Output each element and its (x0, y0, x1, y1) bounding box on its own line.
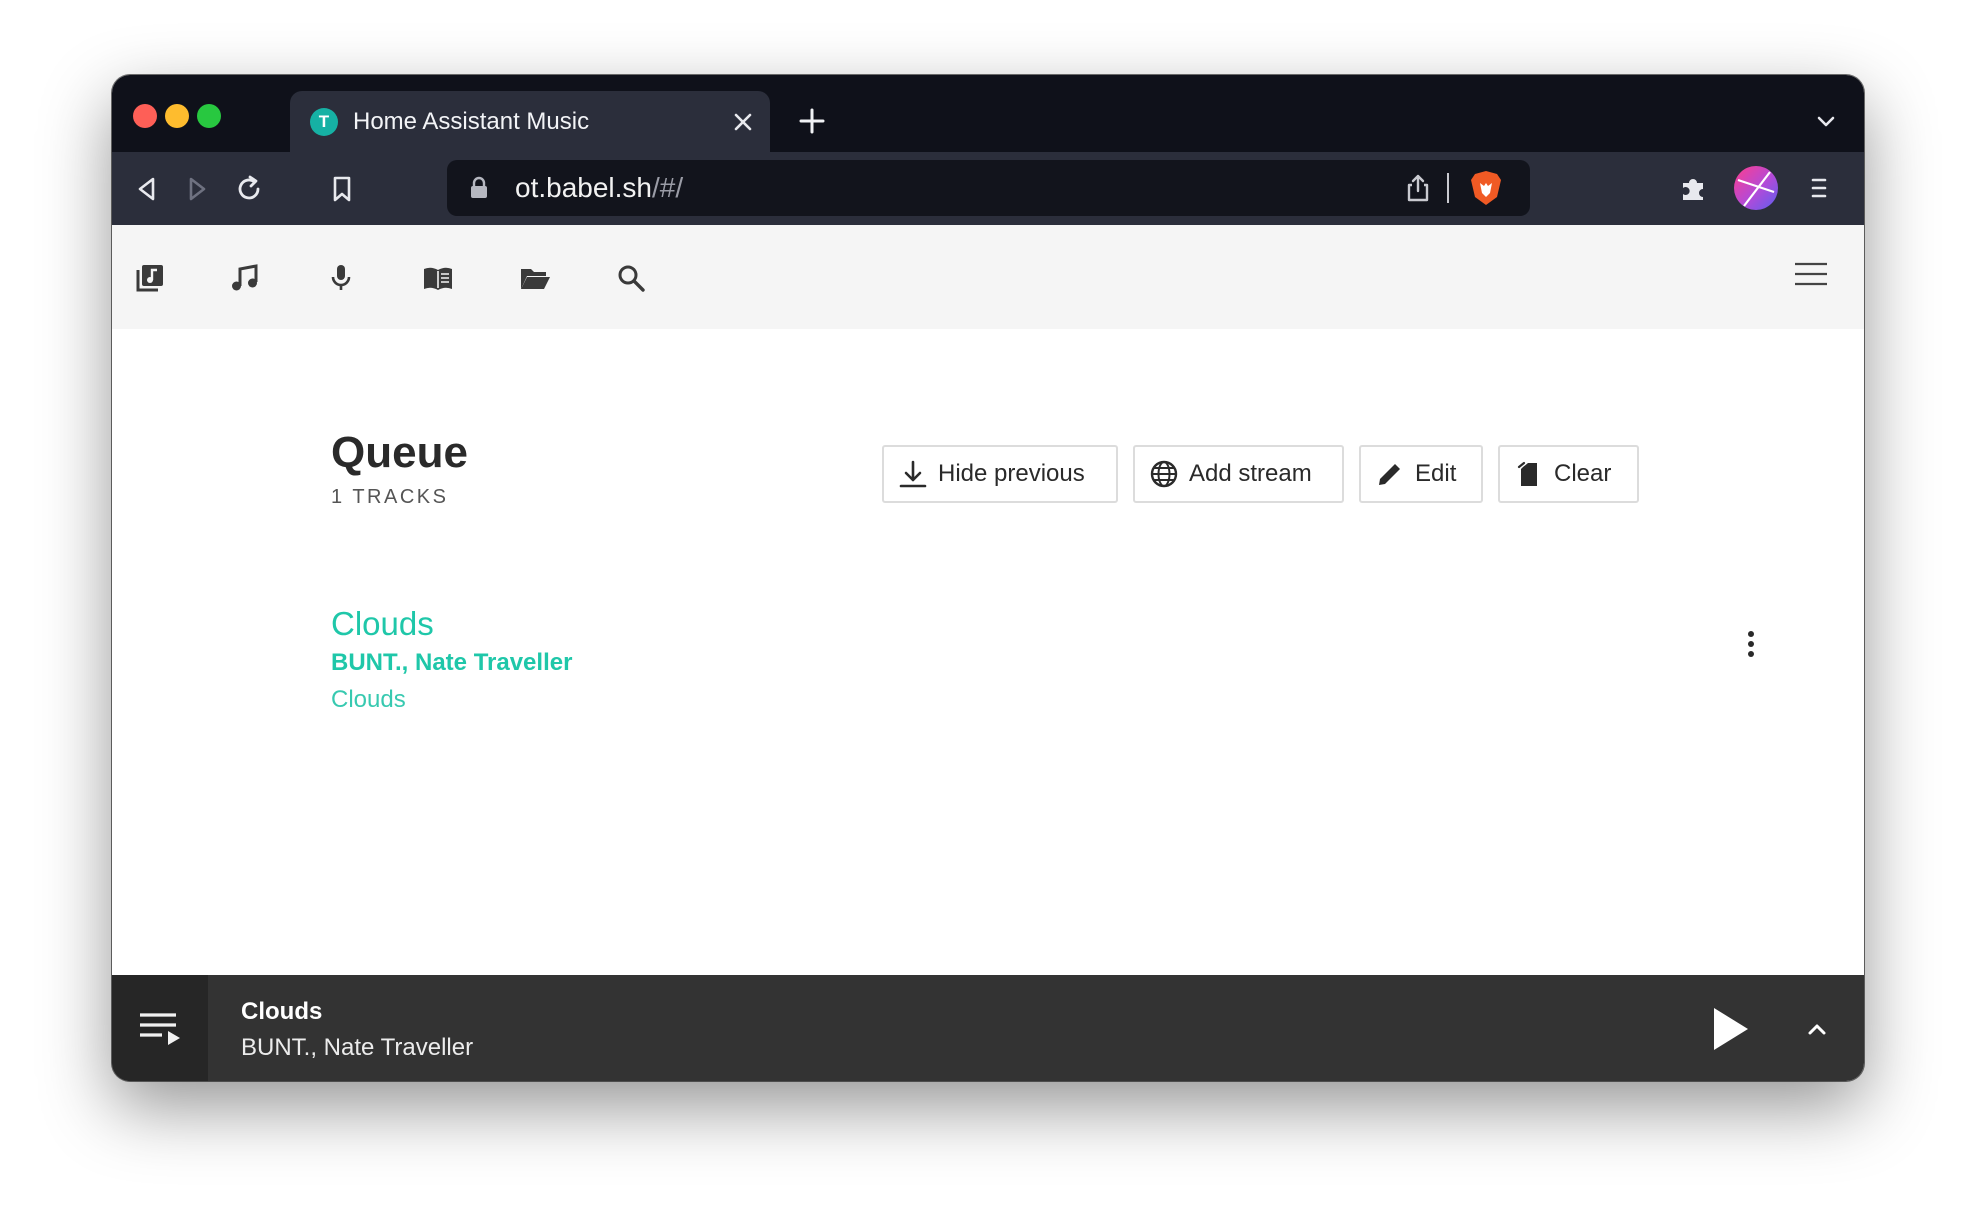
browser-window: T Home Assistant Music ot.babel.sh/#/ Qu… (112, 75, 1864, 1081)
new-tab-icon[interactable] (797, 106, 827, 136)
track-title[interactable]: Clouds (331, 605, 434, 643)
address-bar[interactable]: ot.babel.sh/#/ (447, 160, 1530, 216)
maximize-window-button[interactable] (197, 104, 221, 128)
chevron-down-icon[interactable] (1814, 109, 1838, 133)
track-count: 1 TRACKS (331, 486, 449, 508)
pencil-icon (1379, 464, 1400, 485)
queue-toggle-button[interactable] (112, 975, 208, 1081)
close-window-button[interactable] (133, 104, 157, 128)
microphone-icon[interactable] (325, 262, 357, 294)
clear-label: Clear (1554, 460, 1612, 487)
clear-button[interactable]: Clear (1498, 445, 1639, 503)
add-stream-label: Add stream (1189, 460, 1312, 487)
book-open-icon[interactable] (422, 262, 454, 294)
edit-button[interactable]: Edit (1359, 445, 1483, 503)
list-item[interactable]: Clouds BUNT., Nate Traveller Clouds (331, 605, 1754, 725)
extensions-icon[interactable] (1677, 171, 1711, 205)
url-host: ot.babel.sh (515, 172, 652, 203)
share-icon[interactable] (1402, 172, 1434, 204)
clear-queue-icon (1517, 461, 1537, 486)
tab-bar: T Home Assistant Music (112, 75, 1864, 152)
avatar-pattern-icon (1737, 171, 1775, 207)
brave-shields-icon[interactable] (1469, 169, 1503, 207)
bookmark-icon[interactable] (325, 172, 359, 206)
download-icon (899, 460, 927, 488)
queue-view: Queue 1 TRACKS Hide previous Add stream … (112, 329, 1864, 975)
queue-music-icon (140, 1013, 180, 1045)
page-title: Queue (331, 428, 468, 477)
search-icon[interactable] (615, 262, 647, 294)
close-tab-icon[interactable] (728, 107, 758, 137)
browser-toolbar: ot.babel.sh/#/ (112, 152, 1864, 225)
profile-avatar[interactable] (1734, 166, 1778, 210)
add-stream-button[interactable]: Add stream (1133, 445, 1344, 503)
now-playing-title: Clouds (241, 998, 323, 1025)
globe-icon (1150, 460, 1178, 488)
edit-label: Edit (1415, 460, 1457, 487)
tab-title: Home Assistant Music (353, 108, 590, 135)
now-playing-artist: BUNT., Nate Traveller (241, 1034, 474, 1061)
chevron-up-icon[interactable] (1802, 1014, 1832, 1044)
folder-open-icon[interactable] (519, 262, 551, 294)
more-vert-icon[interactable] (1734, 627, 1768, 661)
reload-icon[interactable] (232, 172, 266, 206)
url-text: ot.babel.sh/#/ (515, 173, 683, 203)
url-path: /#/ (652, 172, 684, 203)
player-bar: Clouds BUNT., Nate Traveller (112, 975, 1864, 1081)
url-divider (1447, 173, 1449, 203)
minimize-window-button[interactable] (165, 104, 189, 128)
hamburger-menu-icon[interactable] (1794, 261, 1828, 287)
play-icon[interactable] (1702, 1003, 1754, 1055)
hide-previous-label: Hide previous (938, 460, 1085, 487)
lock-icon (471, 176, 487, 198)
track-album[interactable]: Clouds (331, 686, 406, 714)
track-artist[interactable]: BUNT., Nate Traveller (331, 649, 572, 677)
app-nav (112, 225, 1864, 329)
forward-icon[interactable] (180, 172, 214, 206)
favicon-icon: T (310, 108, 338, 136)
hide-previous-button[interactable]: Hide previous (882, 445, 1118, 503)
browser-menu-icon[interactable] (1802, 171, 1836, 205)
music-note-icon[interactable] (229, 262, 261, 294)
back-icon[interactable] (130, 172, 164, 206)
browser-tab[interactable]: T Home Assistant Music (290, 91, 770, 152)
album-library-icon[interactable] (134, 262, 166, 294)
